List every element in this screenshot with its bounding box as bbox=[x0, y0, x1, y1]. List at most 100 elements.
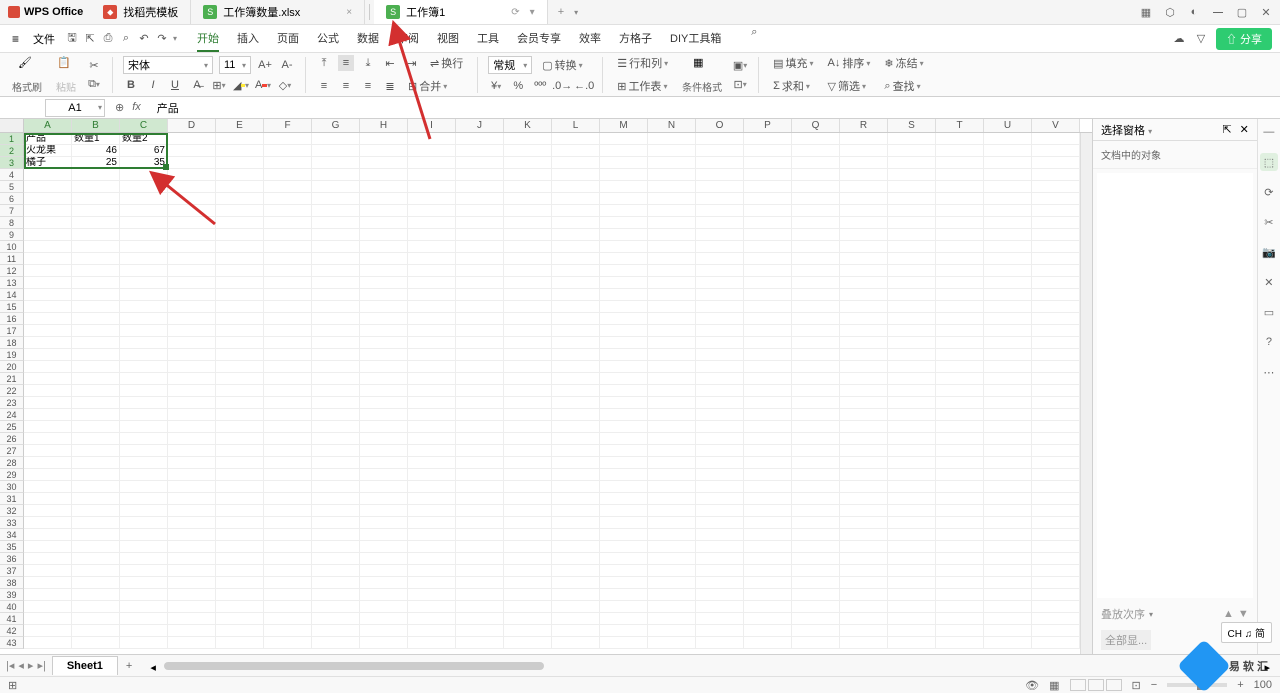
cell-T39[interactable] bbox=[936, 589, 984, 601]
cell-O26[interactable] bbox=[696, 433, 744, 445]
cell-S29[interactable] bbox=[888, 469, 936, 481]
row-header-27[interactable]: 27 bbox=[0, 445, 24, 457]
italic-button[interactable]: I bbox=[145, 77, 161, 93]
cell-S35[interactable] bbox=[888, 541, 936, 553]
cell-N13[interactable] bbox=[648, 277, 696, 289]
cell-Q16[interactable] bbox=[792, 313, 840, 325]
cell-H16[interactable] bbox=[360, 313, 408, 325]
cell-D20[interactable] bbox=[168, 361, 216, 373]
cell-L20[interactable] bbox=[552, 361, 600, 373]
cell-A26[interactable] bbox=[24, 433, 72, 445]
cell-L9[interactable] bbox=[552, 229, 600, 241]
maximize-button[interactable]: ▢ bbox=[1236, 6, 1248, 18]
cell-S43[interactable] bbox=[888, 637, 936, 649]
row-header-31[interactable]: 31 bbox=[0, 493, 24, 505]
cell-A18[interactable] bbox=[24, 337, 72, 349]
cell-B40[interactable] bbox=[72, 601, 120, 613]
cell-Q12[interactable] bbox=[792, 265, 840, 277]
cell-M19[interactable] bbox=[600, 349, 648, 361]
cell-C8[interactable] bbox=[120, 217, 168, 229]
cell-N1[interactable] bbox=[648, 133, 696, 145]
cell-B39[interactable] bbox=[72, 589, 120, 601]
cell-U23[interactable] bbox=[984, 397, 1032, 409]
cell-E36[interactable] bbox=[216, 553, 264, 565]
filter-button[interactable]: ▽筛选▾ bbox=[824, 76, 875, 96]
pin-icon[interactable]: ⇱ bbox=[1222, 124, 1231, 136]
cell-I38[interactable] bbox=[408, 577, 456, 589]
cell-B26[interactable] bbox=[72, 433, 120, 445]
cell-Q15[interactable] bbox=[792, 301, 840, 313]
cell-S10[interactable] bbox=[888, 241, 936, 253]
cell-O29[interactable] bbox=[696, 469, 744, 481]
cell-Q41[interactable] bbox=[792, 613, 840, 625]
cell-P4[interactable] bbox=[744, 169, 792, 181]
col-header-V[interactable]: V bbox=[1032, 119, 1080, 132]
decrease-decimal-icon[interactable]: ←.0 bbox=[576, 78, 592, 94]
cell-H25[interactable] bbox=[360, 421, 408, 433]
cell-Q32[interactable] bbox=[792, 505, 840, 517]
cell-R34[interactable] bbox=[840, 529, 888, 541]
cell-N31[interactable] bbox=[648, 493, 696, 505]
cell-R17[interactable] bbox=[840, 325, 888, 337]
cell-K12[interactable] bbox=[504, 265, 552, 277]
cell-B15[interactable] bbox=[72, 301, 120, 313]
cell-J31[interactable] bbox=[456, 493, 504, 505]
cell-A9[interactable] bbox=[24, 229, 72, 241]
cell-O2[interactable] bbox=[696, 145, 744, 157]
cell-A8[interactable] bbox=[24, 217, 72, 229]
cell-T42[interactable] bbox=[936, 625, 984, 637]
fx-icon[interactable]: fx bbox=[132, 101, 141, 114]
cell-A3[interactable]: 橘子 bbox=[24, 157, 72, 169]
cell-T4[interactable] bbox=[936, 169, 984, 181]
cell-G18[interactable] bbox=[312, 337, 360, 349]
cell-E16[interactable] bbox=[216, 313, 264, 325]
select-tool-icon[interactable]: ⬚ bbox=[1260, 153, 1278, 171]
cell-Q20[interactable] bbox=[792, 361, 840, 373]
cell-M30[interactable] bbox=[600, 481, 648, 493]
cell-M4[interactable] bbox=[600, 169, 648, 181]
cell-J10[interactable] bbox=[456, 241, 504, 253]
cell-D27[interactable] bbox=[168, 445, 216, 457]
cell-A31[interactable] bbox=[24, 493, 72, 505]
cell-G23[interactable] bbox=[312, 397, 360, 409]
cell-D10[interactable] bbox=[168, 241, 216, 253]
cell-G34[interactable] bbox=[312, 529, 360, 541]
cell-F7[interactable] bbox=[264, 205, 312, 217]
number-format-select[interactable]: 常规▾ bbox=[488, 56, 532, 74]
cell-L35[interactable] bbox=[552, 541, 600, 553]
cell-F32[interactable] bbox=[264, 505, 312, 517]
indent-left-icon[interactable]: ⇤ bbox=[382, 55, 398, 71]
cell-M24[interactable] bbox=[600, 409, 648, 421]
cell-A4[interactable] bbox=[24, 169, 72, 181]
cell-S33[interactable] bbox=[888, 517, 936, 529]
cell-U26[interactable] bbox=[984, 433, 1032, 445]
cell-F24[interactable] bbox=[264, 409, 312, 421]
cell-P10[interactable] bbox=[744, 241, 792, 253]
cell-S18[interactable] bbox=[888, 337, 936, 349]
cell-R20[interactable] bbox=[840, 361, 888, 373]
cell-H40[interactable] bbox=[360, 601, 408, 613]
cell-P38[interactable] bbox=[744, 577, 792, 589]
cell-G5[interactable] bbox=[312, 181, 360, 193]
cell-V30[interactable] bbox=[1032, 481, 1080, 493]
cell-G31[interactable] bbox=[312, 493, 360, 505]
cell-F11[interactable] bbox=[264, 253, 312, 265]
cell-P14[interactable] bbox=[744, 289, 792, 301]
cell-C6[interactable] bbox=[120, 193, 168, 205]
cell-I31[interactable] bbox=[408, 493, 456, 505]
cell-P5[interactable] bbox=[744, 181, 792, 193]
cell-N29[interactable] bbox=[648, 469, 696, 481]
cell-P20[interactable] bbox=[744, 361, 792, 373]
cell-A43[interactable] bbox=[24, 637, 72, 649]
cell-M21[interactable] bbox=[600, 373, 648, 385]
cell-K31[interactable] bbox=[504, 493, 552, 505]
cell-U12[interactable] bbox=[984, 265, 1032, 277]
cell-A2[interactable]: 火龙果 bbox=[24, 145, 72, 157]
col-header-Q[interactable]: Q bbox=[792, 119, 840, 132]
cell-M17[interactable] bbox=[600, 325, 648, 337]
cell-C21[interactable] bbox=[120, 373, 168, 385]
row-header-9[interactable]: 9 bbox=[0, 229, 24, 241]
cell-R5[interactable] bbox=[840, 181, 888, 193]
cell-I3[interactable] bbox=[408, 157, 456, 169]
cell-O10[interactable] bbox=[696, 241, 744, 253]
